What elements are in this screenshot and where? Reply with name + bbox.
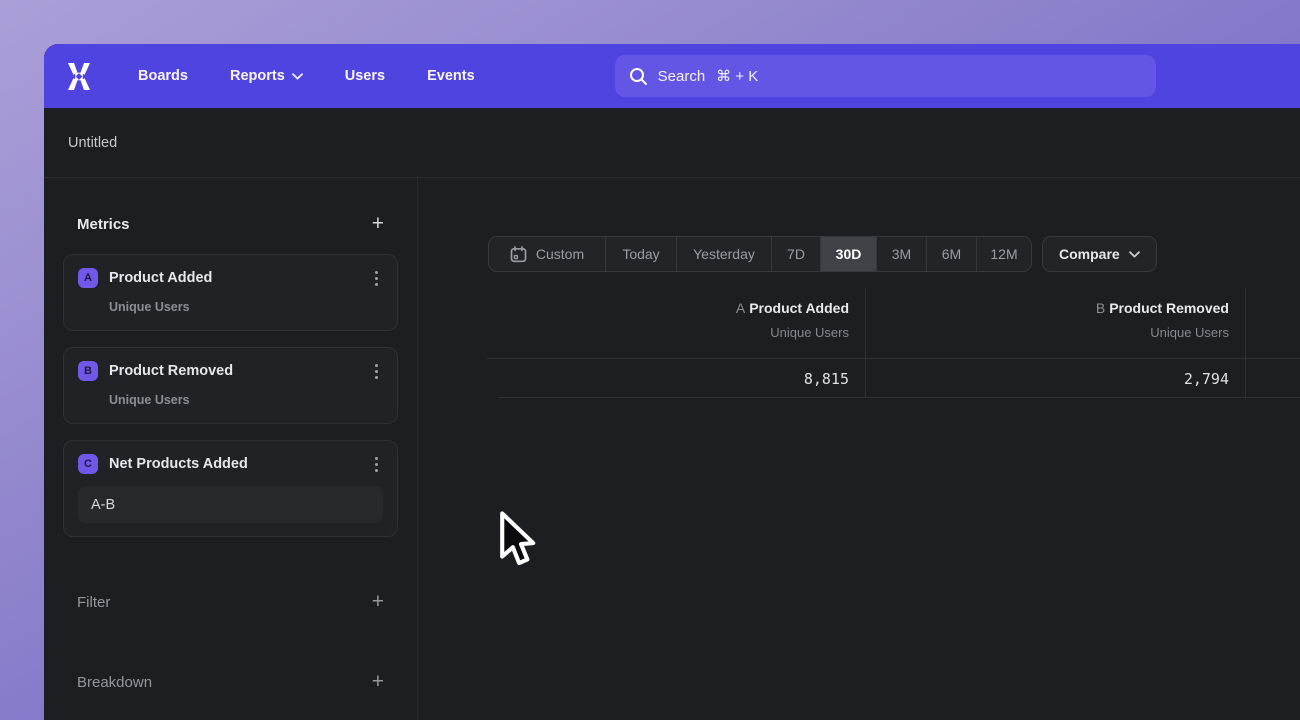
breakdown-title: Breakdown (77, 674, 152, 691)
document-title[interactable]: Untitled (68, 135, 117, 151)
query-sidebar: Metrics + A Product Added Unique Users B… (44, 178, 418, 720)
metric-letter-badge: A (78, 268, 98, 288)
date-range-30d[interactable]: 30D (821, 237, 877, 271)
search-shortcut: ⌘ + K (716, 67, 758, 85)
column-subtitle: Unique Users (881, 325, 1229, 340)
chevron-down-icon (292, 68, 303, 84)
date-range-label: Today (622, 246, 659, 262)
metric-card-a[interactable]: A Product Added Unique Users (63, 254, 398, 331)
metric-card-c[interactable]: C Net Products Added A-B (63, 440, 398, 537)
add-breakdown-button[interactable]: + (372, 672, 384, 692)
nav-item-users[interactable]: Users (345, 68, 385, 84)
date-range-label: Custom (536, 246, 584, 262)
table-row-divider (498, 397, 1300, 398)
table-header-col-a: AProduct Added Unique Users (487, 300, 849, 340)
filter-section-header: Filter + (63, 588, 398, 616)
date-range-today[interactable]: Today (606, 237, 677, 271)
column-letter: B (1096, 300, 1105, 316)
date-range-yesterday[interactable]: Yesterday (677, 237, 772, 271)
column-subtitle: Unique Users (487, 325, 849, 340)
date-range-6m[interactable]: 6M (927, 237, 977, 271)
top-nav: Boards Reports Users Events Search ⌘ + K (44, 44, 1300, 108)
document-title-bar: Untitled (44, 108, 1300, 178)
search-placeholder: Search (658, 68, 706, 85)
add-metric-button[interactable]: + (372, 214, 384, 234)
date-range-3m[interactable]: 3M (877, 237, 927, 271)
search-input[interactable]: Search ⌘ + K (615, 55, 1156, 97)
metric-name[interactable]: Product Added (109, 270, 369, 286)
table-value-b[interactable]: 2,794 (881, 370, 1229, 388)
metric-letter-badge: B (78, 361, 98, 381)
nav-item-label: Users (345, 68, 385, 84)
metric-card-b[interactable]: B Product Removed Unique Users (63, 347, 398, 424)
column-name: Product Removed (1109, 300, 1229, 316)
compare-button[interactable]: Compare (1042, 236, 1157, 272)
table-column-divider (1245, 288, 1246, 397)
metric-letter-badge: C (78, 454, 98, 474)
nav-item-reports[interactable]: Reports (230, 68, 303, 84)
report-panel: Custom Today Yesterday 7D 30D 3M 6M 12M … (418, 178, 1300, 720)
date-range-label: 12M (990, 246, 1017, 262)
breakdown-section-header: Breakdown + (63, 668, 398, 696)
date-range-label: 30D (836, 246, 862, 262)
column-letter: A (736, 300, 745, 316)
search-icon (629, 67, 648, 86)
date-range-label: 7D (787, 246, 805, 262)
add-filter-button[interactable]: + (372, 592, 384, 612)
date-range-7d[interactable]: 7D (772, 237, 821, 271)
formula-input[interactable]: A-B (78, 486, 383, 523)
table-header-col-b: BProduct Removed Unique Users (881, 300, 1229, 340)
nav-item-label: Boards (138, 68, 188, 84)
filter-title: Filter (77, 594, 110, 611)
date-range-label: Yesterday (693, 246, 755, 262)
date-range-segmented-control: Custom Today Yesterday 7D 30D 3M 6M 12M (488, 236, 1032, 272)
chevron-down-icon (1129, 251, 1140, 258)
nav-item-label: Reports (230, 68, 285, 84)
nav-item-events[interactable]: Events (427, 68, 475, 84)
date-range-toolbar: Custom Today Yesterday 7D 30D 3M 6M 12M … (488, 236, 1157, 272)
date-range-custom[interactable]: Custom (489, 237, 606, 271)
table-header-divider (487, 358, 1300, 359)
kebab-menu-icon[interactable] (369, 269, 383, 288)
table-value-a[interactable]: 8,815 (487, 370, 849, 388)
date-range-label: 3M (892, 246, 911, 262)
metric-aggregation[interactable]: Unique Users (109, 300, 383, 314)
metrics-section-header: Metrics + (63, 210, 398, 238)
compare-label: Compare (1059, 246, 1120, 262)
date-range-label: 6M (942, 246, 961, 262)
metric-name[interactable]: Net Products Added (109, 456, 369, 472)
mixpanel-logo-icon[interactable] (64, 62, 94, 90)
table-column-divider (865, 288, 866, 397)
calendar-icon (510, 246, 527, 263)
nav-item-label: Events (427, 68, 475, 84)
metric-name[interactable]: Product Removed (109, 363, 369, 379)
metrics-title: Metrics (77, 216, 130, 233)
metric-aggregation[interactable]: Unique Users (109, 393, 383, 407)
date-range-12m[interactable]: 12M (977, 237, 1031, 271)
column-name: Product Added (749, 300, 849, 316)
nav-item-boards[interactable]: Boards (138, 68, 188, 84)
app-window: Boards Reports Users Events Search ⌘ + K… (44, 44, 1300, 720)
kebab-menu-icon[interactable] (369, 455, 383, 474)
mouse-cursor (495, 510, 537, 577)
kebab-menu-icon[interactable] (369, 362, 383, 381)
